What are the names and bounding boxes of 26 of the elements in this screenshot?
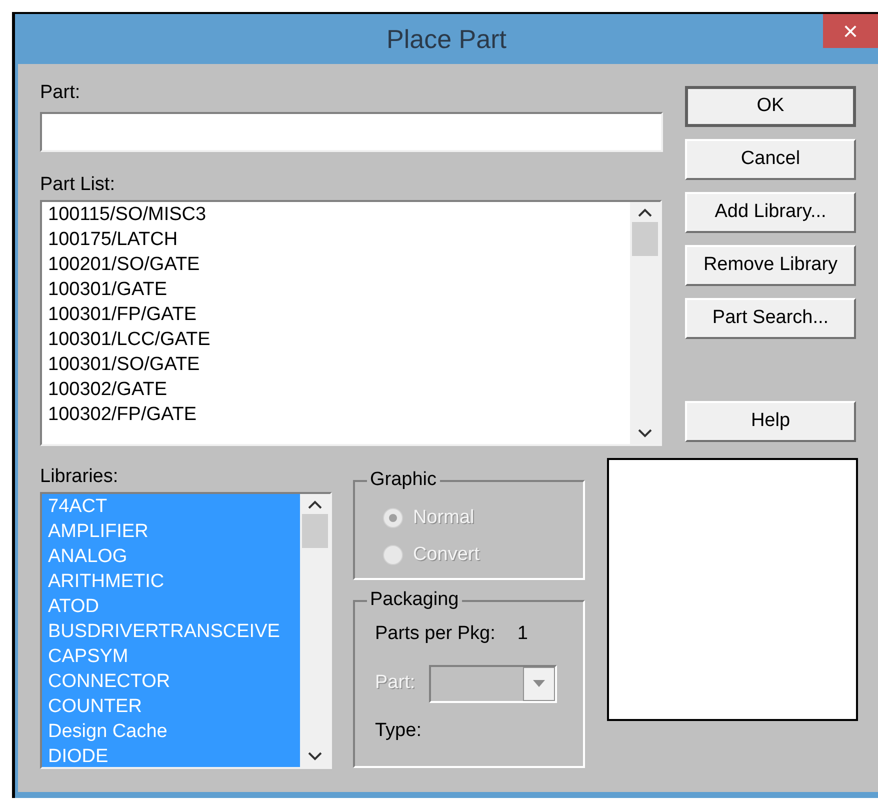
close-button[interactable]: × [823,14,878,48]
dialog-button[interactable]: Add Library... [685,192,856,233]
field-label: Parts per Pkg: [375,622,496,646]
scroll-thumb[interactable] [632,222,658,256]
field-label: Type: [375,718,422,742]
part-field[interactable] [40,112,663,152]
scroll-up-icon[interactable] [308,500,322,510]
field-label: Part List: [40,174,116,196]
scroll-down-icon[interactable] [638,428,652,438]
scroll-thumb[interactable] [302,514,328,548]
scroll-up-icon[interactable] [638,208,652,218]
dialog-button[interactable]: Remove Library [685,245,856,286]
field-value: 1 [517,622,528,646]
dialog-button[interactable]: Cancel [685,139,856,180]
dialog-button[interactable]: OK [685,86,856,127]
scrollbar[interactable] [630,202,660,444]
field-label: Part: [40,82,82,104]
group-title: Packaging [367,589,462,611]
scrollbar[interactable] [300,494,330,767]
field-label: Libraries: [40,466,120,488]
list-box[interactable]: 100115/SO/MISC3 100175/LATCH 100201/SO/GATE 100301/GATE 100301/FP/GATE 100301/LCC/GATE 100301/SO/GATE 100302/GATE 100302/FP/GATE [40,200,662,446]
dialog-button[interactable]: Part Search... [685,298,856,339]
window-title: Place Part [386,23,506,56]
scroll-down-icon[interactable] [308,751,322,761]
dialog-button[interactable]: Help [685,401,856,442]
group-title: Graphic [367,469,440,491]
